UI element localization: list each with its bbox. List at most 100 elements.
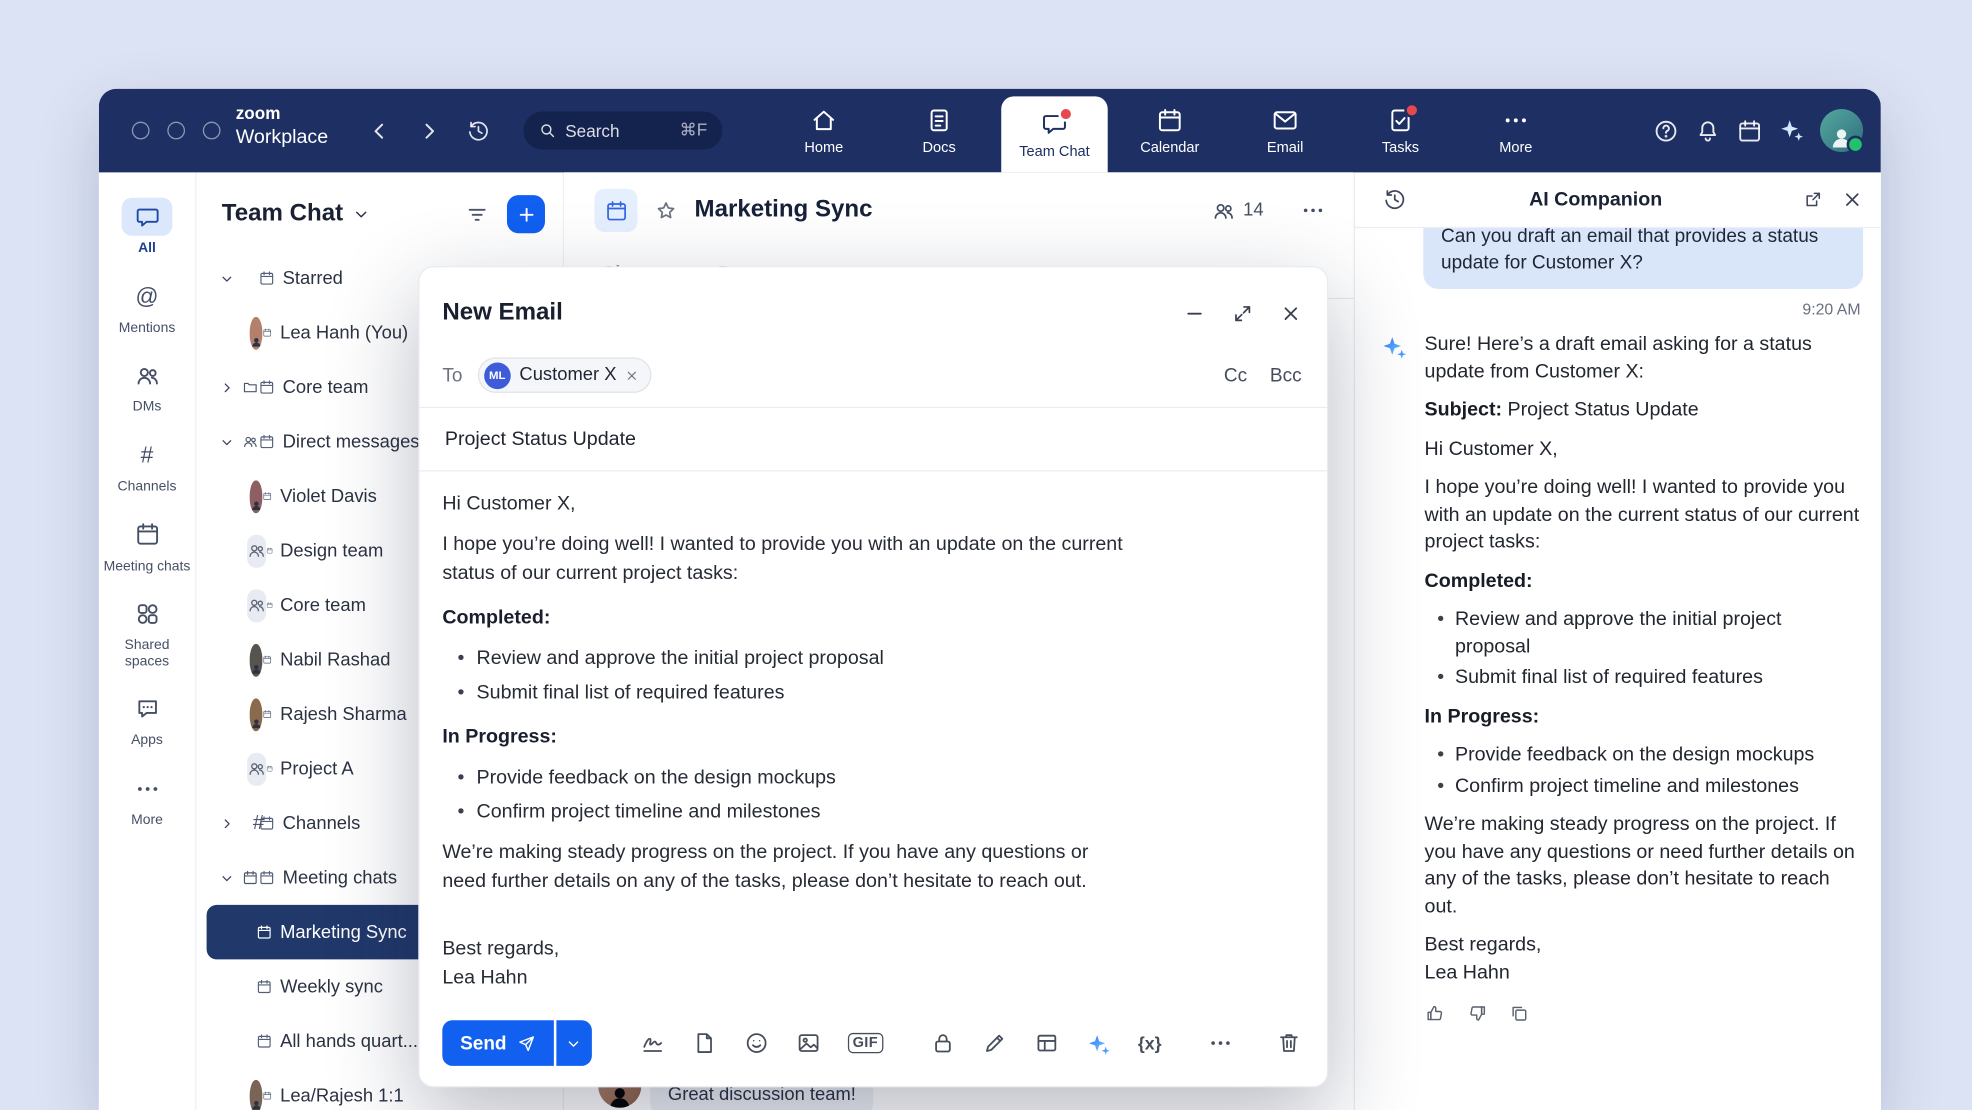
open-in-new-icon[interactable] (1802, 189, 1824, 211)
nav-item[interactable]: Home (771, 89, 877, 173)
nav-item[interactable]: More (1463, 89, 1569, 173)
item-label: Channels (283, 813, 361, 833)
forward-icon[interactable] (417, 119, 441, 143)
window-close-button[interactable] (132, 122, 150, 140)
attach-file-icon[interactable] (692, 1030, 717, 1055)
bullet-item: Confirm project timeline and milestones (458, 797, 1123, 826)
meeting-chat-icon (259, 266, 275, 290)
nav-item[interactable]: Docs (886, 89, 992, 173)
body-signoff: Best regards, Lea Hahn (442, 934, 1123, 992)
chevron-icon[interactable] (219, 434, 234, 449)
nav-item[interactable]: Tasks (1347, 89, 1453, 173)
panel-title: Team Chat (222, 200, 343, 228)
item-leading-icon (240, 1079, 273, 1110)
schedule-calendar-icon[interactable] (1736, 117, 1763, 144)
template-layout-icon[interactable] (1034, 1030, 1059, 1055)
rail-item[interactable]: Meeting chats (99, 505, 195, 584)
icon (240, 593, 247, 617)
rail-item[interactable]: All (99, 188, 195, 267)
expand-icon[interactable] (1232, 302, 1254, 324)
rail-item[interactable]: @ Mentions (99, 267, 195, 346)
edit-pencil-icon[interactable] (982, 1030, 1007, 1055)
avatar (249, 698, 262, 731)
item-label: Nabil Rashad (280, 650, 390, 670)
window-minimize-button[interactable] (167, 122, 185, 140)
discard-trash-icon[interactable] (1276, 1030, 1301, 1055)
emoji-icon[interactable] (744, 1030, 769, 1055)
more-options-icon[interactable] (1208, 1030, 1233, 1055)
member-count[interactable]: 14 (1211, 198, 1263, 222)
more-icon (134, 775, 161, 802)
close-panel-icon[interactable] (1842, 189, 1864, 211)
subject-field[interactable] (420, 408, 1327, 471)
bcc-button[interactable]: Bcc (1270, 364, 1302, 386)
topbar-utilities (1653, 89, 1863, 173)
nav-item[interactable]: Team Chat (1001, 96, 1107, 172)
nav-label: Team Chat (1019, 144, 1089, 159)
new-chat-button[interactable] (507, 195, 545, 233)
item-label: Lea/Rajesh 1:1 (280, 1086, 404, 1106)
chevron-icon[interactable] (219, 816, 234, 831)
back-icon[interactable] (368, 119, 392, 143)
rail-item[interactable]: Apps (99, 680, 195, 759)
remove-recipient-icon[interactable] (625, 368, 639, 382)
thumbs-up-icon[interactable] (1425, 1003, 1447, 1025)
rail-item[interactable]: More (99, 759, 195, 838)
email-body-editor[interactable]: Hi Customer X, I hope you’re doing well!… (420, 471, 1149, 992)
icon (240, 648, 250, 672)
ai-intro: Sure! Here’s a draft email asking for a … (1425, 331, 1861, 385)
meeting-chat-icon (263, 702, 273, 726)
subject-input[interactable] (442, 426, 1301, 451)
window-zoom-button[interactable] (203, 122, 221, 140)
thumbs-down-icon[interactable] (1466, 1003, 1488, 1025)
ai-history-icon[interactable] (1383, 188, 1407, 212)
ai-response-body: Sure! Here’s a draft email asking for a … (1425, 331, 1861, 1024)
signature-icon[interactable] (640, 1030, 665, 1055)
rail-item[interactable]: Shared spaces (99, 585, 195, 680)
ai-completed-list: Review and approve the initial project p… (1425, 606, 1861, 692)
send-button[interactable]: Send (442, 1020, 553, 1066)
window-controls[interactable] (132, 122, 221, 140)
channel-more-icon[interactable] (1300, 198, 1325, 223)
nav-label: Email (1267, 140, 1303, 155)
close-icon[interactable] (1280, 302, 1302, 324)
icon (240, 484, 250, 508)
body-inprogress-list: Provide feedback on the design mockupsCo… (442, 763, 1123, 826)
encrypt-lock-icon[interactable] (930, 1030, 955, 1055)
history-nav (368, 89, 491, 173)
send-options-button[interactable] (556, 1020, 591, 1066)
item-leading-icon (242, 371, 275, 404)
item-label: Meeting chats (283, 868, 397, 888)
star-icon[interactable] (654, 198, 678, 222)
chevron-icon[interactable] (219, 870, 234, 885)
help-icon[interactable] (1653, 117, 1680, 144)
rail-item[interactable]: DMs (99, 346, 195, 425)
avatar-person-icon (1828, 124, 1856, 152)
chevron-icon[interactable] (219, 271, 234, 286)
to-field[interactable]: To ML Customer X Cc Bcc (420, 343, 1327, 408)
gif-button[interactable]: GIF (847, 1033, 883, 1053)
user-avatar[interactable] (1820, 109, 1863, 152)
ai-compose-sparkle-icon[interactable] (1086, 1032, 1111, 1057)
ai-conversation[interactable]: Can you draft an email that provides a s… (1355, 228, 1881, 1110)
variables-button[interactable]: {x} (1138, 1033, 1162, 1053)
global-search[interactable]: Search ⌘F (523, 112, 722, 150)
nav-item[interactable]: Calendar (1117, 89, 1223, 173)
copy-icon[interactable] (1508, 1003, 1530, 1025)
rail-item[interactable]: # Channels (99, 426, 195, 505)
team-chat-icon (1041, 110, 1069, 138)
all-chats-icon (134, 203, 161, 230)
cc-button[interactable]: Cc (1224, 364, 1247, 386)
ai-companion-sparkle-icon[interactable] (1778, 117, 1805, 144)
history-icon[interactable] (466, 119, 490, 143)
filter-icon[interactable] (465, 202, 489, 226)
item-label: All hands quart... (280, 1031, 418, 1051)
chevron-down-icon[interactable] (352, 205, 370, 223)
zoom-workplace-logo: zoom Workplace (236, 105, 328, 148)
notifications-bell-icon[interactable] (1695, 117, 1722, 144)
insert-image-icon[interactable] (796, 1030, 821, 1055)
minimize-icon[interactable] (1184, 302, 1206, 324)
nav-item[interactable]: Email (1232, 89, 1338, 173)
recipient-chip[interactable]: ML Customer X (478, 357, 652, 392)
chevron-icon[interactable] (219, 380, 234, 395)
